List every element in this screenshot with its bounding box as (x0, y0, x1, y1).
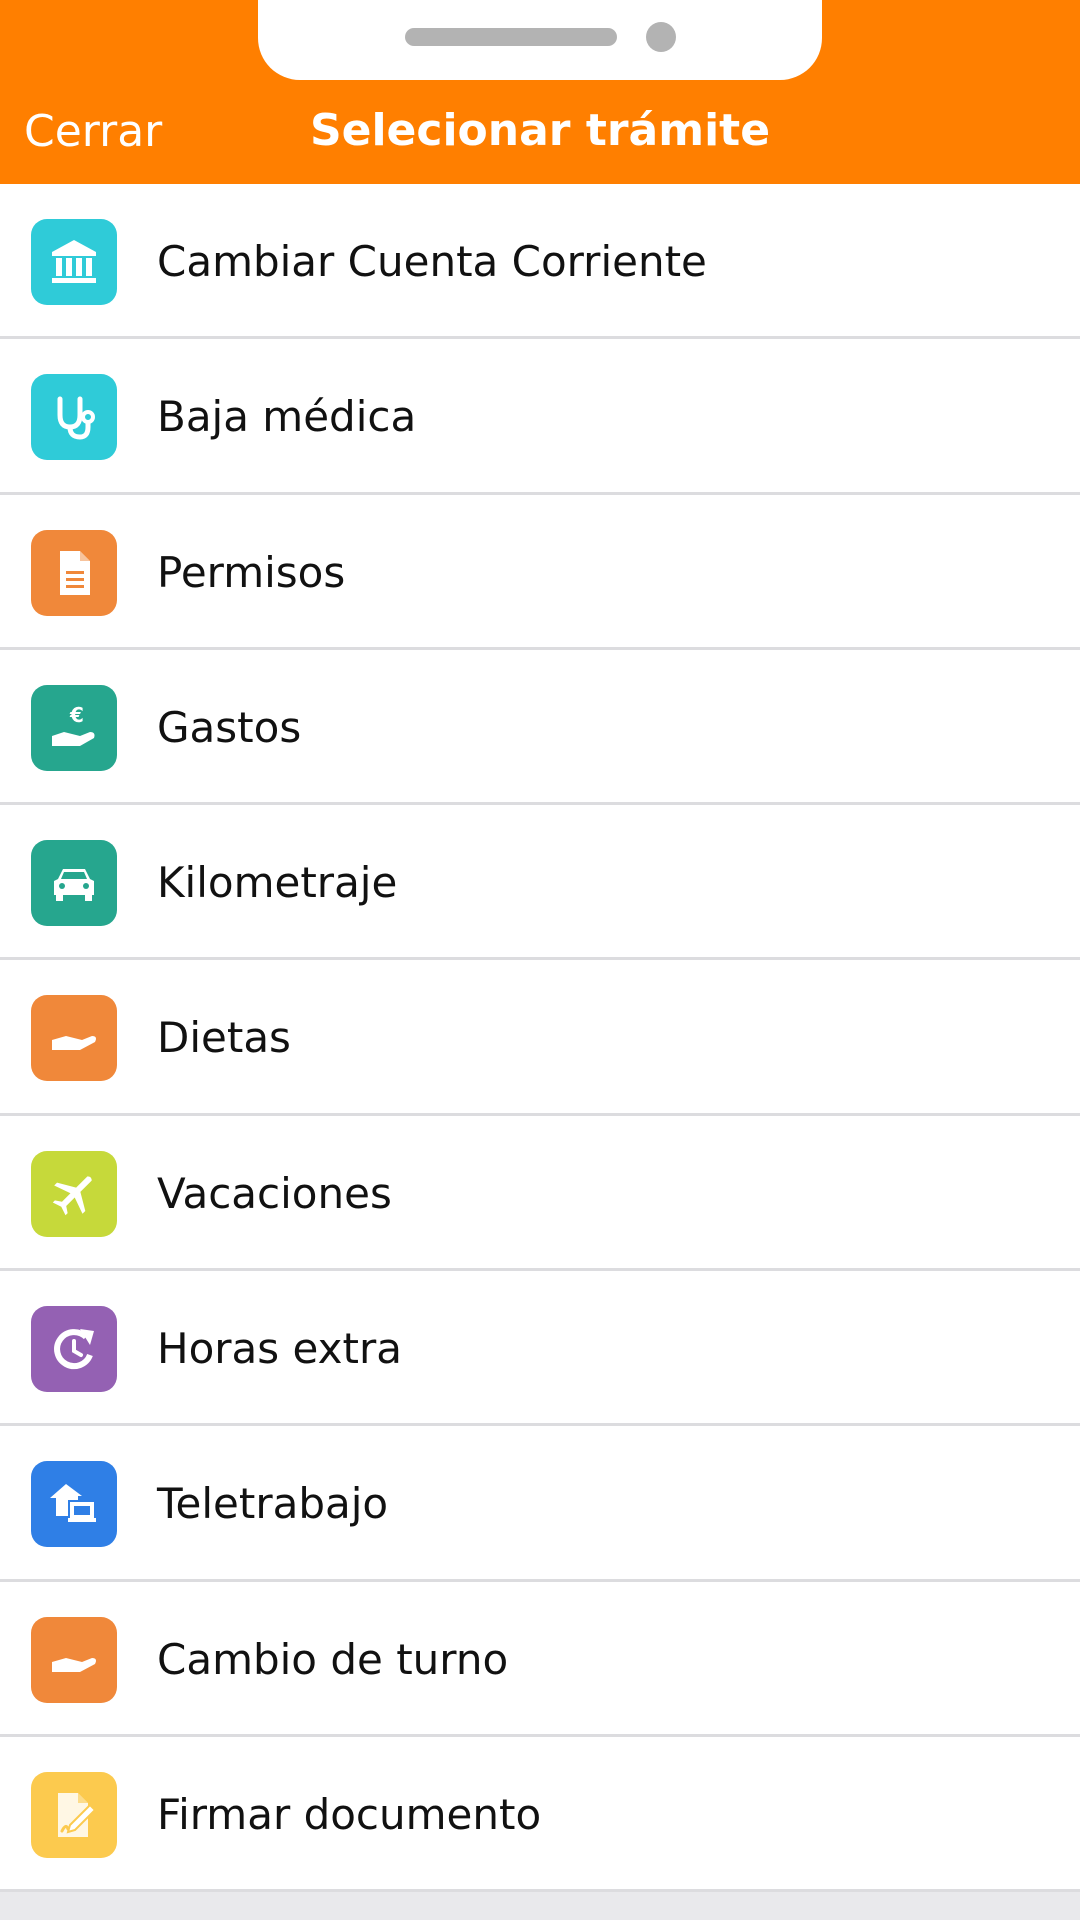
list-item-horas-extra[interactable]: Horas extra (0, 1271, 1080, 1427)
front-camera (646, 22, 676, 52)
close-button[interactable]: Cerrar (24, 104, 162, 160)
device-notch (258, 0, 822, 80)
page-title: Selecionar trámite (309, 105, 771, 156)
list-item-firmar-documento[interactable]: Firmar documento (0, 1736, 1080, 1893)
screen: Cerrar Selecionar trámite Cambiar Cuenta… (0, 0, 1080, 1920)
home-laptop-icon (31, 1461, 117, 1548)
hand-icon (31, 1616, 117, 1703)
svg-text:€: € (69, 703, 84, 727)
list-item-baja-medica[interactable]: Baja médica (0, 339, 1080, 495)
list-item-kilometraje[interactable]: Kilometraje (0, 805, 1080, 961)
document-icon (31, 529, 117, 616)
list-item-cambio-de-turno[interactable]: Cambio de turno (0, 1581, 1080, 1737)
list-item-label: Firmar documento (157, 1789, 542, 1839)
speaker-grille (405, 28, 617, 46)
list-item-label: Horas extra (157, 1324, 402, 1374)
list-item-label: Baja médica (157, 392, 417, 442)
list-item-gastos[interactable]: € Gastos (0, 649, 1080, 806)
euro-hand-icon: € (31, 684, 117, 771)
list-item-label: Kilometraje (157, 858, 398, 908)
list-item-label: Teletrabajo (157, 1479, 389, 1529)
list-item-label: Cambiar Cuenta Corriente (157, 237, 707, 286)
list-item-label: Gastos (157, 702, 302, 752)
list-item-vacaciones[interactable]: Vacaciones (0, 1115, 1080, 1272)
sign-document-icon (31, 1771, 117, 1858)
airplane-icon (31, 1150, 117, 1237)
clock-arrow-icon (31, 1306, 117, 1393)
list-item-label: Dietas (157, 1013, 291, 1063)
car-icon (31, 840, 117, 927)
list-item-teletrabajo[interactable]: Teletrabajo (0, 1426, 1080, 1582)
list-item-label: Permisos (157, 547, 346, 597)
list-item-permisos[interactable]: Permisos (0, 494, 1080, 650)
stethoscope-icon (31, 374, 117, 461)
bank-icon (31, 219, 117, 305)
list-item-label: Cambio de turno (157, 1634, 509, 1684)
list-item-label: Vacaciones (157, 1168, 392, 1218)
list-item-dietas[interactable]: Dietas (0, 960, 1080, 1116)
navigation-header: Cerrar Selecionar trámite (0, 0, 1080, 184)
procedure-list: Cambiar Cuenta Corriente Baja médica Per… (0, 184, 1080, 1893)
list-item-cambiar-cuenta-corriente[interactable]: Cambiar Cuenta Corriente (0, 184, 1080, 340)
hand-icon (31, 995, 117, 1082)
